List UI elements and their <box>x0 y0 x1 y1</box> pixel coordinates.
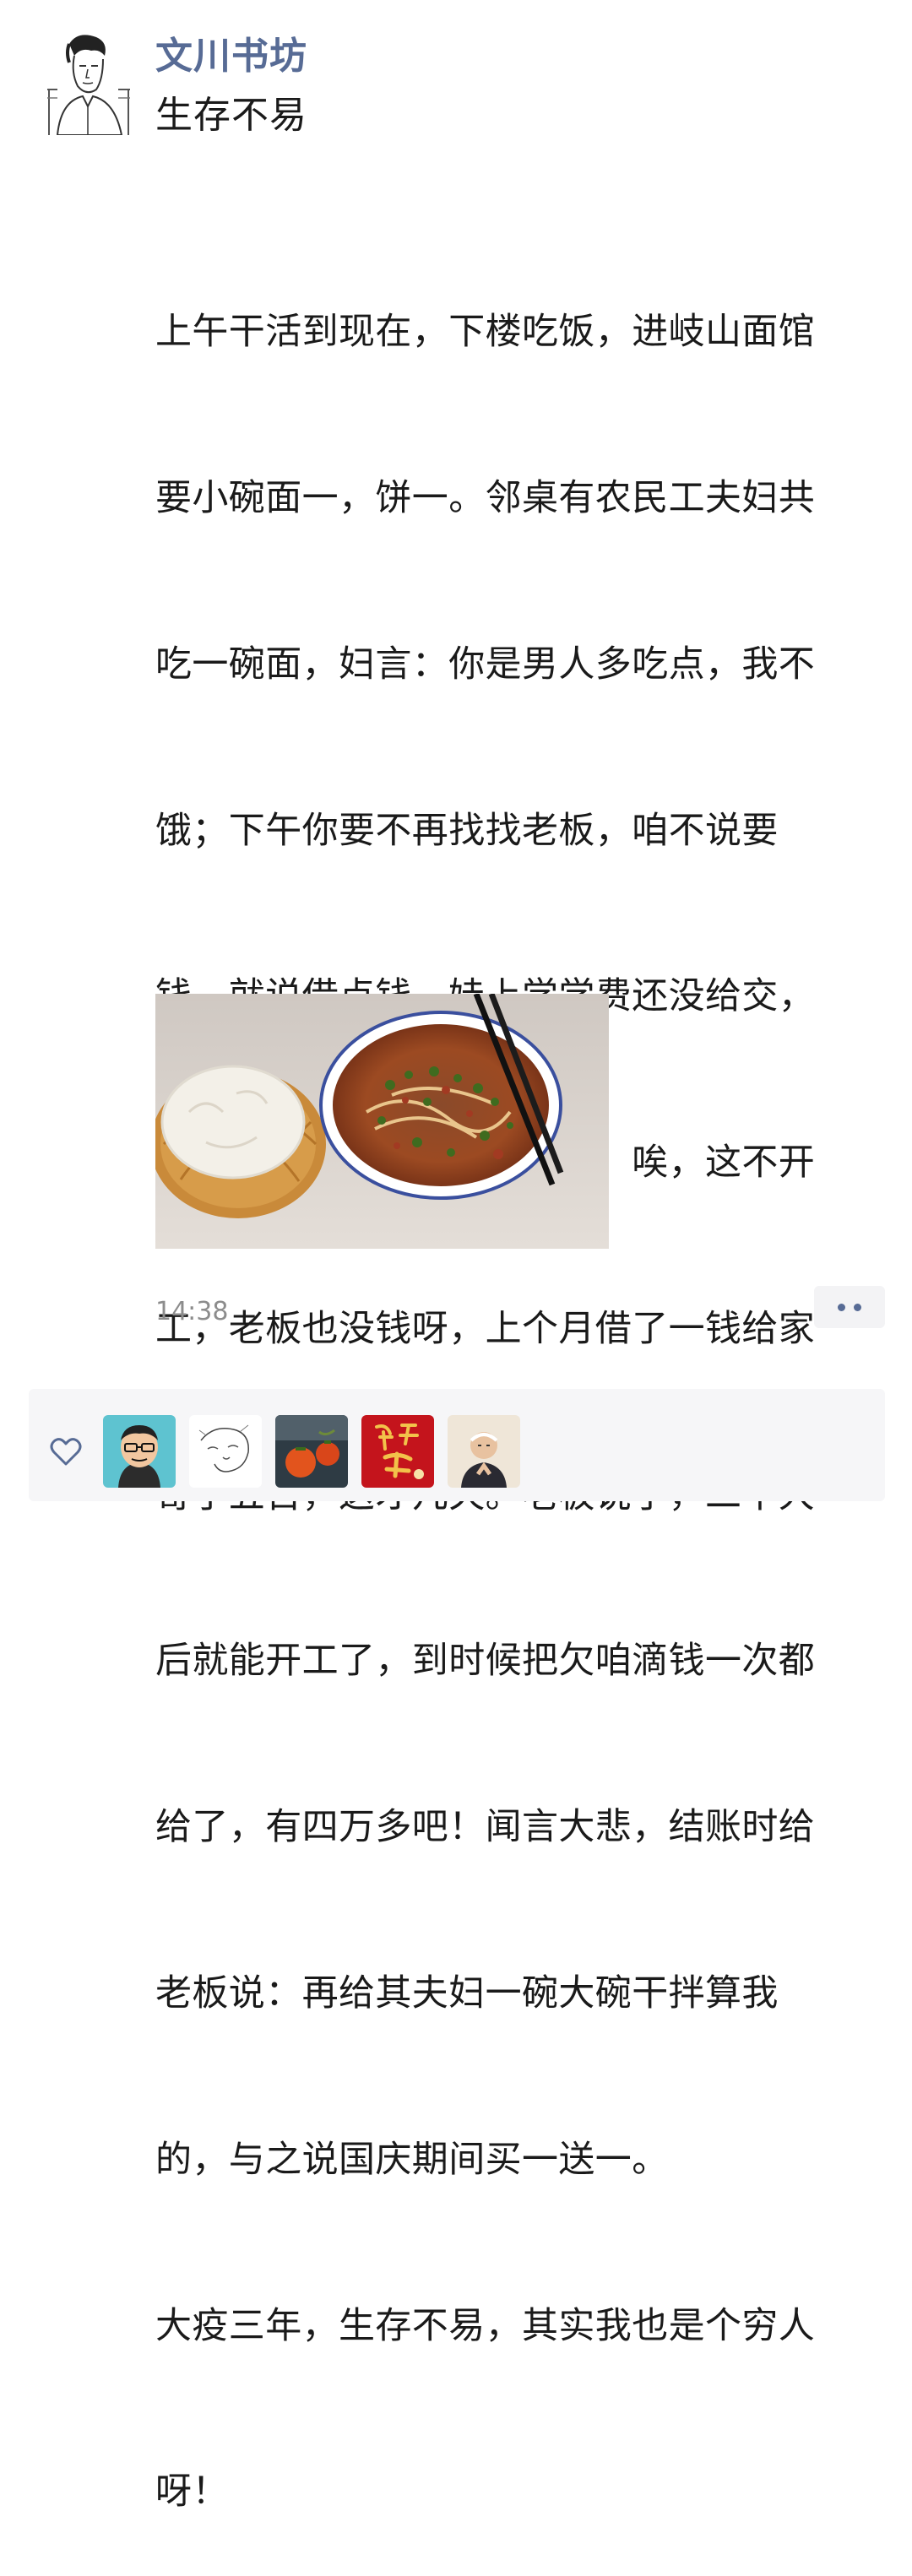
post-body-line: 的，与之说国庆期间买一送一。 <box>155 2138 669 2181</box>
post-body-line: 工，老板也没钱呀，上个月借了一钱给家 <box>155 1307 816 1350</box>
post-body-line: 饿；下午你要不再找找老板，咱不说要 <box>155 809 779 852</box>
post-body-line: 大疫三年，生存不易，其实我也是个穷人 <box>155 2304 816 2347</box>
liker-avatar[interactable] <box>275 1415 348 1488</box>
liker-avatar[interactable] <box>448 1415 520 1488</box>
heart-outline-icon <box>49 1435 83 1469</box>
post-body-line: 后就能开工了，到时候把欠咱滴钱一次都 <box>155 1640 816 1683</box>
more-dots-icon <box>838 1303 845 1311</box>
post-timestamp: 14:38 <box>155 1297 229 1326</box>
post-body-line: 老板说：再给其夫妇一碗大碗干拌算我 <box>155 1972 779 2015</box>
more-dots-icon <box>854 1303 861 1311</box>
liker-avatar[interactable] <box>103 1415 176 1488</box>
post-photo[interactable] <box>155 994 609 1249</box>
post-body-line: 要小碗面一，饼一。邻桌有农民工夫妇共 <box>155 476 816 519</box>
post-body: 上午干活到现在，下楼吃饭，进岐山面馆 要小碗面一，饼一。邻桌有农民工夫妇共 吃一… <box>155 194 865 2576</box>
post-title: 生存不易 <box>155 94 307 137</box>
post-body-line: 吃一碗面，妇言：你是男人多吃点，我不 <box>155 643 816 686</box>
post-body-line: 上午干活到现在，下楼吃饭，进岐山面馆 <box>155 311 816 354</box>
post-body-line: 呀！ <box>155 2470 229 2514</box>
author-avatar[interactable] <box>41 30 135 135</box>
post-body-line: 给了，有四万多吧！闻言大悲，结账时给 <box>155 1806 816 1849</box>
liker-avatar[interactable] <box>361 1415 434 1488</box>
author-name[interactable]: 文川书坊 <box>155 32 307 81</box>
liker-avatar[interactable] <box>189 1415 262 1488</box>
more-actions-button[interactable] <box>814 1286 885 1328</box>
